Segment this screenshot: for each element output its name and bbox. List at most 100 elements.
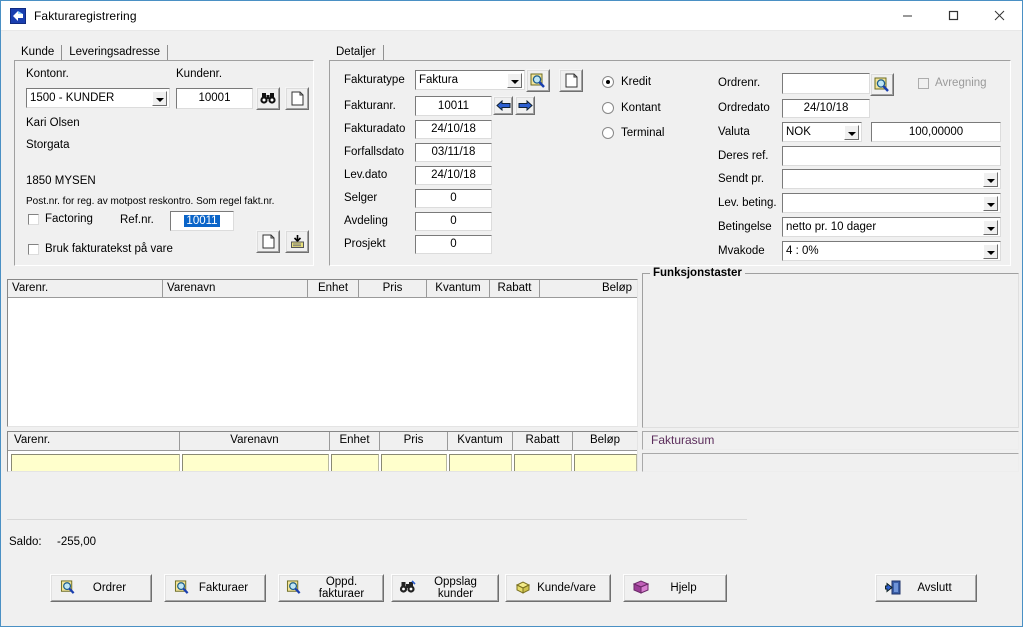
lev-beting-combo[interactable] bbox=[782, 193, 1001, 213]
entry-cell-pris[interactable] bbox=[381, 454, 448, 471]
col-varenavn[interactable]: Varenavn bbox=[163, 280, 308, 297]
tab-kunde[interactable]: Kunde bbox=[14, 45, 63, 60]
levdato-input[interactable]: 24/10/18 bbox=[415, 166, 492, 185]
ordredato-input[interactable]: 24/10/18 bbox=[782, 99, 870, 118]
fakturatekst-checkbox[interactable] bbox=[28, 243, 39, 255]
radio-kontant[interactable]: Kontant bbox=[602, 102, 661, 114]
magnifier-icon[interactable] bbox=[526, 69, 550, 92]
fakturatype-combo[interactable]: Faktura bbox=[415, 70, 525, 90]
valuta-rate-input[interactable]: 100,00000 bbox=[871, 122, 1001, 142]
binoculars-icon[interactable] bbox=[256, 87, 280, 110]
kundenr-input[interactable]: 10001 bbox=[176, 88, 253, 109]
oppd-fakturaer-button[interactable]: Oppd. fakturaer bbox=[278, 574, 384, 602]
factoring-checkbox-row[interactable]: Factoring bbox=[28, 213, 93, 225]
kunde-vare-button[interactable]: Kunde/vare bbox=[505, 574, 611, 602]
factoring-label: Factoring bbox=[45, 213, 93, 225]
chevron-down-icon[interactable] bbox=[983, 244, 998, 259]
radio-terminal-indicator[interactable] bbox=[602, 127, 614, 139]
selger-input[interactable]: 0 bbox=[415, 189, 492, 208]
radio-kredit-indicator[interactable] bbox=[602, 76, 614, 88]
tab-leveringsadresse[interactable]: Leveringsadresse bbox=[62, 45, 169, 60]
valuta-combo[interactable]: NOK bbox=[782, 122, 862, 142]
betingelse-value: netto pr. 10 dager bbox=[786, 221, 877, 233]
exit-door-icon bbox=[885, 580, 903, 596]
entry-col-pris[interactable]: Pris bbox=[380, 432, 448, 450]
entry-col-varenr[interactable]: Varenr. bbox=[8, 432, 180, 450]
hjelp-button[interactable]: Hjelp bbox=[623, 574, 727, 602]
avslutt-button[interactable]: Avslutt bbox=[875, 574, 977, 602]
entry-row[interactable] bbox=[11, 454, 637, 471]
maximize-icon[interactable] bbox=[930, 1, 976, 30]
radio-terminal[interactable]: Terminal bbox=[602, 127, 664, 139]
kundenr-label: Kundenr. bbox=[176, 68, 223, 80]
page-icon[interactable] bbox=[285, 87, 309, 110]
entry-col-enhet[interactable]: Enhet bbox=[330, 432, 380, 450]
chevron-down-icon[interactable] bbox=[983, 172, 998, 187]
radio-kredit[interactable]: Kredit bbox=[602, 76, 651, 88]
customer-name: Kari Olsen bbox=[26, 117, 80, 129]
forfallsdato-input[interactable]: 03/11/18 bbox=[415, 143, 492, 162]
ordrenr-input[interactable] bbox=[782, 73, 870, 94]
deres-ref-input[interactable] bbox=[782, 146, 1001, 166]
factoring-checkbox[interactable] bbox=[28, 213, 39, 225]
kunde-vare-button-label: Kunde/vare bbox=[537, 582, 596, 594]
arrow-right-icon[interactable] bbox=[515, 96, 535, 115]
radio-terminal-label: Terminal bbox=[621, 127, 665, 139]
entry-col-kvantum[interactable]: Kvantum bbox=[448, 432, 513, 450]
valuta-label: Valuta bbox=[718, 126, 750, 138]
chevron-down-icon[interactable] bbox=[983, 220, 998, 235]
col-varenr[interactable]: Varenr. bbox=[8, 280, 163, 297]
avregning-label: Avregning bbox=[935, 77, 987, 89]
betingelse-combo[interactable]: netto pr. 10 dager bbox=[782, 217, 1001, 237]
lines-grid[interactable]: Varenr. Varenavn Enhet Pris Kvantum Raba… bbox=[7, 279, 638, 427]
chevron-down-icon[interactable] bbox=[152, 91, 167, 106]
ordrer-button[interactable]: Ordrer bbox=[50, 574, 152, 602]
fakturaer-button[interactable]: Fakturaer bbox=[164, 574, 266, 602]
col-pris[interactable]: Pris bbox=[359, 280, 427, 297]
col-enhet[interactable]: Enhet bbox=[308, 280, 359, 297]
details-tabstrip: Detaljer bbox=[329, 42, 384, 60]
entry-cell-varenr[interactable] bbox=[11, 454, 180, 471]
oppslag-kunder-button[interactable]: Oppslag kunder bbox=[391, 574, 499, 602]
sendt-pr-combo[interactable] bbox=[782, 169, 1001, 189]
chevron-down-icon[interactable] bbox=[507, 73, 522, 88]
col-belop[interactable]: Beløp bbox=[540, 280, 636, 297]
chevron-down-icon[interactable] bbox=[983, 196, 998, 211]
col-kvantum[interactable]: Kvantum bbox=[427, 280, 490, 297]
col-rabatt[interactable]: Rabatt bbox=[490, 280, 540, 297]
entry-cell-rabatt[interactable] bbox=[514, 454, 573, 471]
entry-col-varenavn[interactable]: Varenavn bbox=[180, 432, 330, 450]
fakturaer-button-label: Fakturaer bbox=[198, 582, 249, 594]
tab-detaljer[interactable]: Detaljer bbox=[329, 45, 384, 60]
entry-cell-varenavn[interactable] bbox=[181, 454, 330, 471]
copy-page-icon[interactable] bbox=[256, 230, 280, 253]
fakturanr-input[interactable]: 10011 bbox=[415, 96, 492, 116]
mvakode-value: 4 : 0% bbox=[786, 245, 819, 257]
prosjekt-input[interactable]: 0 bbox=[415, 235, 492, 254]
minimize-icon[interactable] bbox=[884, 1, 930, 30]
arrow-left-icon[interactable] bbox=[493, 96, 513, 115]
entry-col-belop[interactable]: Beløp bbox=[573, 432, 637, 450]
levdato-label: Lev.dato bbox=[344, 169, 388, 181]
avslutt-button-label: Avslutt bbox=[917, 582, 952, 594]
lev-beting-label: Lev. beting. bbox=[718, 197, 777, 209]
ordrenr-label: Ordrenr. bbox=[718, 77, 761, 89]
page-icon[interactable] bbox=[559, 69, 583, 92]
fakturadato-input[interactable]: 24/10/18 bbox=[415, 120, 492, 139]
entry-cell-belop[interactable] bbox=[574, 454, 637, 471]
entry-cell-enhet[interactable] bbox=[331, 454, 380, 471]
kontonr-combo[interactable]: 1500 - KUNDER bbox=[26, 88, 170, 108]
fakturatekst-checkbox-row[interactable]: Bruk fakturatekst på vare bbox=[28, 243, 173, 255]
chevron-down-icon[interactable] bbox=[844, 125, 859, 140]
save-icon[interactable] bbox=[285, 230, 309, 253]
saldo-label: Saldo: bbox=[9, 536, 42, 548]
entry-grid[interactable]: Varenr. Varenavn Enhet Pris Kvantum Raba… bbox=[7, 431, 638, 472]
close-icon[interactable] bbox=[976, 1, 1022, 30]
refnr-input[interactable]: 10011 bbox=[170, 211, 234, 231]
avdeling-input[interactable]: 0 bbox=[415, 212, 492, 231]
entry-col-rabatt[interactable]: Rabatt bbox=[513, 432, 573, 450]
mvakode-combo[interactable]: 4 : 0% bbox=[782, 241, 1001, 261]
radio-kontant-indicator[interactable] bbox=[602, 102, 614, 114]
entry-cell-kvantum[interactable] bbox=[449, 454, 513, 471]
ordre-magnifier-icon[interactable] bbox=[870, 73, 894, 96]
